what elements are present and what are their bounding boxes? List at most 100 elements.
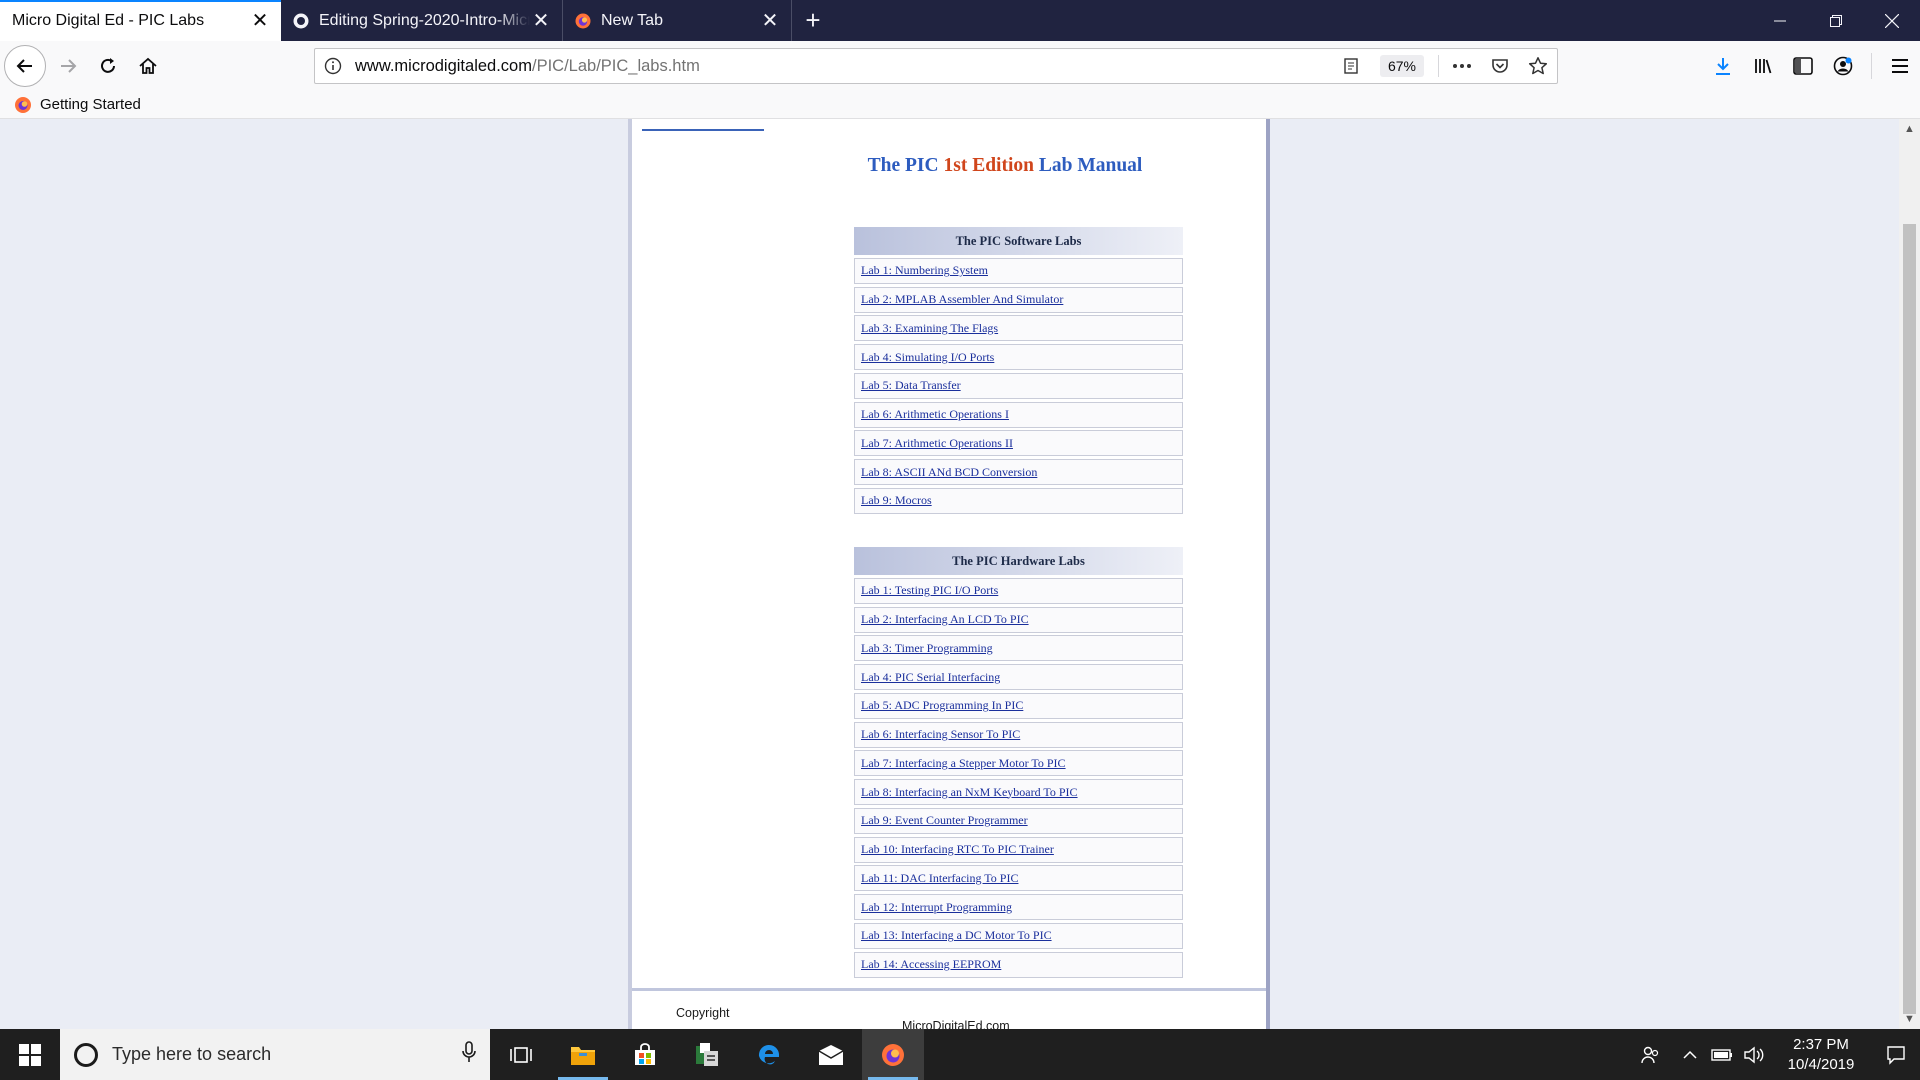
taskbar-edge[interactable] xyxy=(738,1029,800,1080)
taskbar-file-explorer[interactable] xyxy=(552,1029,614,1080)
show-hidden-icons-chevron-icon[interactable] xyxy=(1674,1029,1706,1080)
new-tab-button[interactable]: + xyxy=(792,0,834,41)
folder-icon xyxy=(571,1046,595,1065)
lab-row: Lab 7: Arithmetic Operations II xyxy=(854,430,1183,457)
home-button[interactable] xyxy=(128,46,168,86)
zoom-level-badge[interactable]: 67% xyxy=(1379,55,1424,77)
lab-link[interactable]: Lab 11: DAC Interfacing To PIC xyxy=(861,871,1018,886)
github-icon xyxy=(293,13,309,29)
lab-row: Lab 2: Interfacing An LCD To PIC xyxy=(854,606,1183,633)
lab-link[interactable]: Lab 6: Arithmetic Operations I xyxy=(861,407,1009,422)
lab-link[interactable]: Lab 1: Numbering System xyxy=(861,263,988,278)
lab-row: Lab 3: Timer Programming xyxy=(854,635,1183,662)
pocket-icon[interactable] xyxy=(1481,49,1519,83)
volume-icon[interactable] xyxy=(1738,1029,1770,1080)
taskbar-mail[interactable] xyxy=(800,1029,862,1080)
close-tab-icon[interactable]: ✕ xyxy=(530,10,552,32)
lab-row: Lab 2: MPLAB Assembler And Simulator xyxy=(854,286,1183,313)
close-tab-icon[interactable]: ✕ xyxy=(249,10,271,32)
lab-link[interactable]: Lab 2: Interfacing An LCD To PIC xyxy=(861,612,1029,627)
reader-view-icon[interactable] xyxy=(1332,49,1370,83)
lab-link[interactable]: Lab 10: Interfacing RTC To PIC Trainer xyxy=(861,842,1054,857)
lab-link[interactable]: Lab 9: Event Counter Programmer xyxy=(861,813,1028,828)
taskbar-clock[interactable]: 2:37 PM 10/4/2019 xyxy=(1776,1035,1866,1075)
back-button[interactable] xyxy=(4,45,46,87)
close-tab-icon[interactable]: ✕ xyxy=(759,10,781,32)
lab-row: Lab 6: Arithmetic Operations I xyxy=(854,401,1183,428)
sidebar-icon[interactable] xyxy=(1783,46,1823,86)
taskbar-search-box[interactable]: Type here to search xyxy=(60,1029,490,1080)
restore-icon[interactable] xyxy=(1808,0,1864,41)
taskbar-firefox[interactable] xyxy=(862,1029,924,1080)
lab-link[interactable]: Lab 4: PIC Serial Interfacing xyxy=(861,670,1000,685)
lab-link[interactable]: Lab 4: Simulating I/O Ports xyxy=(861,350,994,365)
account-icon[interactable] xyxy=(1823,46,1863,86)
lab-row: Lab 1: Testing PIC I/O Ports xyxy=(854,577,1183,604)
lab-link[interactable]: Lab 6: Interfacing Sensor To PIC xyxy=(861,727,1020,742)
lab-link[interactable]: Lab 12: Interrupt Programming xyxy=(861,900,1012,915)
lab-row: Lab 10: Interfacing RTC To PIC Trainer xyxy=(854,836,1183,863)
app-window-icon xyxy=(696,1042,718,1066)
lab-row: Lab 9: Event Counter Programmer xyxy=(854,807,1183,834)
start-button[interactable] xyxy=(0,1029,60,1080)
lab-link[interactable]: Lab 8: Interfacing an NxM Keyboard To PI… xyxy=(861,785,1078,800)
forward-button[interactable] xyxy=(48,46,88,86)
lab-link[interactable]: Lab 5: ADC Programming In PIC xyxy=(861,698,1023,713)
lab-link[interactable]: Lab 8: ASCII ANd BCD Conversion xyxy=(861,465,1037,480)
lab-link[interactable]: Lab 7: Arithmetic Operations II xyxy=(861,436,1013,451)
tab-strip: Micro Digital Ed - PIC Labs ✕ Editing Sp… xyxy=(0,0,1920,41)
taskbar-store[interactable] xyxy=(614,1029,676,1080)
lab-link[interactable]: Lab 2: MPLAB Assembler And Simulator xyxy=(861,292,1063,307)
url-bar[interactable]: www.microdigitaled.com/PIC/Lab/PIC_labs.… xyxy=(314,48,1558,84)
reload-button[interactable] xyxy=(88,46,128,86)
store-bag-icon xyxy=(635,1042,655,1065)
lab-link[interactable]: Lab 1: Testing PIC I/O Ports xyxy=(861,583,998,598)
battery-icon[interactable] xyxy=(1706,1029,1738,1080)
url-text[interactable]: www.microdigitaled.com/PIC/Lab/PIC_labs.… xyxy=(351,57,1332,76)
lab-link[interactable]: Lab 9: Mocros xyxy=(861,493,932,508)
library-icon[interactable] xyxy=(1743,46,1783,86)
hamburger-menu-icon[interactable] xyxy=(1880,46,1920,86)
lab-link[interactable]: Lab 3: Timer Programming xyxy=(861,641,993,656)
lab-row: Lab 9: Mocros xyxy=(854,487,1183,514)
lab-link[interactable]: Lab 3: Examining The Flags xyxy=(861,321,998,336)
downloads-icon[interactable] xyxy=(1703,46,1743,86)
microphone-icon[interactable] xyxy=(462,1041,476,1068)
lab-link[interactable]: Lab 5: Data Transfer xyxy=(861,378,961,393)
hardware-labs-table: The PIC Hardware Labs Lab 1: Testing PIC… xyxy=(854,547,1183,978)
action-center-icon[interactable] xyxy=(1872,1029,1920,1080)
lab-row: Lab 8: Interfacing an NxM Keyboard To PI… xyxy=(854,779,1183,805)
hardware-labs-heading: The PIC Hardware Labs xyxy=(854,547,1183,575)
site-info-icon[interactable] xyxy=(315,49,351,83)
scroll-down-arrow-icon[interactable]: ▼ xyxy=(1899,1009,1920,1029)
vertical-scrollbar[interactable]: ▲ ▼ xyxy=(1899,119,1920,1029)
tab-pic-labs[interactable]: Micro Digital Ed - PIC Labs ✕ xyxy=(0,0,281,41)
clock-date: 10/4/2019 xyxy=(1787,1055,1855,1073)
taskbar-app-green[interactable] xyxy=(676,1029,738,1080)
cortana-icon xyxy=(74,1042,98,1067)
task-view-button[interactable] xyxy=(490,1029,552,1080)
lab-row: Lab 4: PIC Serial Interfacing xyxy=(854,664,1183,690)
toolbar-separator xyxy=(1871,53,1872,79)
scrollbar-thumb[interactable] xyxy=(1903,224,1916,1014)
page-actions-icon[interactable] xyxy=(1443,49,1481,83)
close-window-icon[interactable] xyxy=(1864,0,1920,41)
tab-editing-spring[interactable]: Editing Spring-2020-Intro-Micro ✕ xyxy=(281,0,562,41)
software-labs-table: The PIC Software Labs Lab 1: Numbering S… xyxy=(854,227,1183,514)
minimize-icon[interactable] xyxy=(1752,0,1808,41)
scroll-up-arrow-icon[interactable]: ▲ xyxy=(1899,119,1920,139)
lab-row: Lab 11: DAC Interfacing To PIC xyxy=(854,865,1183,892)
lab-link[interactable]: Lab 14: Accessing EEPROM xyxy=(861,957,1001,972)
page-footer: Copyright MicroDigitalEd.com xyxy=(632,988,1266,1029)
tab-new-tab[interactable]: New Tab ✕ xyxy=(563,0,791,41)
bookmark-getting-started[interactable]: Getting Started xyxy=(14,96,141,114)
firefox-icon xyxy=(14,96,32,114)
title-suffix: Lab Manual xyxy=(1033,155,1143,176)
lab-link[interactable]: Lab 13: Interfacing a DC Motor To PIC xyxy=(861,928,1052,943)
people-icon[interactable] xyxy=(1634,1029,1666,1080)
url-path: /PIC/Lab/PIC_labs.htm xyxy=(531,56,700,75)
bookmark-star-icon[interactable] xyxy=(1519,49,1557,83)
lab-link[interactable]: Lab 7: Interfacing a Stepper Motor To PI… xyxy=(861,756,1066,771)
search-placeholder: Type here to search xyxy=(112,1044,272,1064)
tab-title: Editing Spring-2020-Intro-Micro xyxy=(319,11,530,29)
